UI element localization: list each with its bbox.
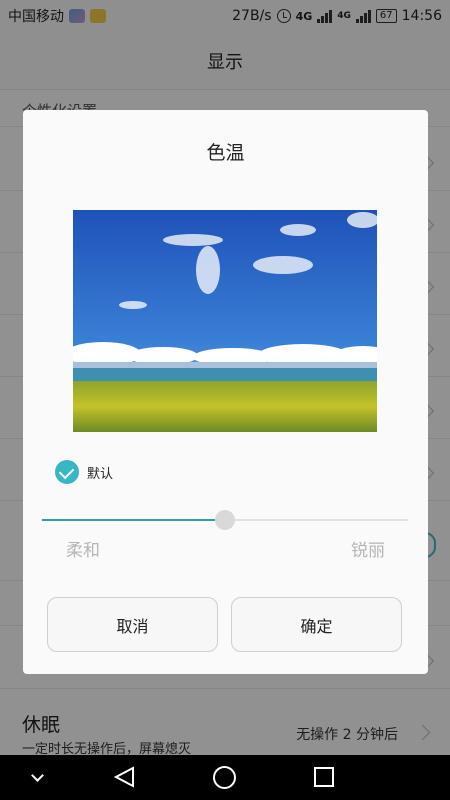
dialog-title: 色温 (206, 142, 245, 164)
slider-fill (42, 519, 225, 521)
ok-button[interactable]: 确定 (231, 597, 402, 652)
checkbox-checked-icon[interactable] (55, 460, 79, 484)
home-icon[interactable] (213, 766, 236, 789)
color-temperature-dialog: 色温 默认 柔和 锐丽 取消 确定 (23, 110, 428, 674)
default-option[interactable]: 默认 (55, 460, 113, 484)
chevron-down-icon[interactable] (31, 769, 44, 782)
navigation-bar (0, 755, 450, 800)
slider-min-label: 柔和 (66, 541, 100, 561)
slider-max-label: 锐丽 (351, 541, 385, 561)
preview-image (73, 210, 377, 432)
color-temperature-slider[interactable] (42, 508, 408, 532)
recent-apps-icon[interactable] (314, 767, 334, 787)
default-label: 默认 (87, 466, 114, 482)
cancel-button[interactable]: 取消 (47, 597, 218, 652)
back-icon[interactable] (114, 766, 136, 788)
slider-thumb[interactable] (215, 510, 235, 530)
